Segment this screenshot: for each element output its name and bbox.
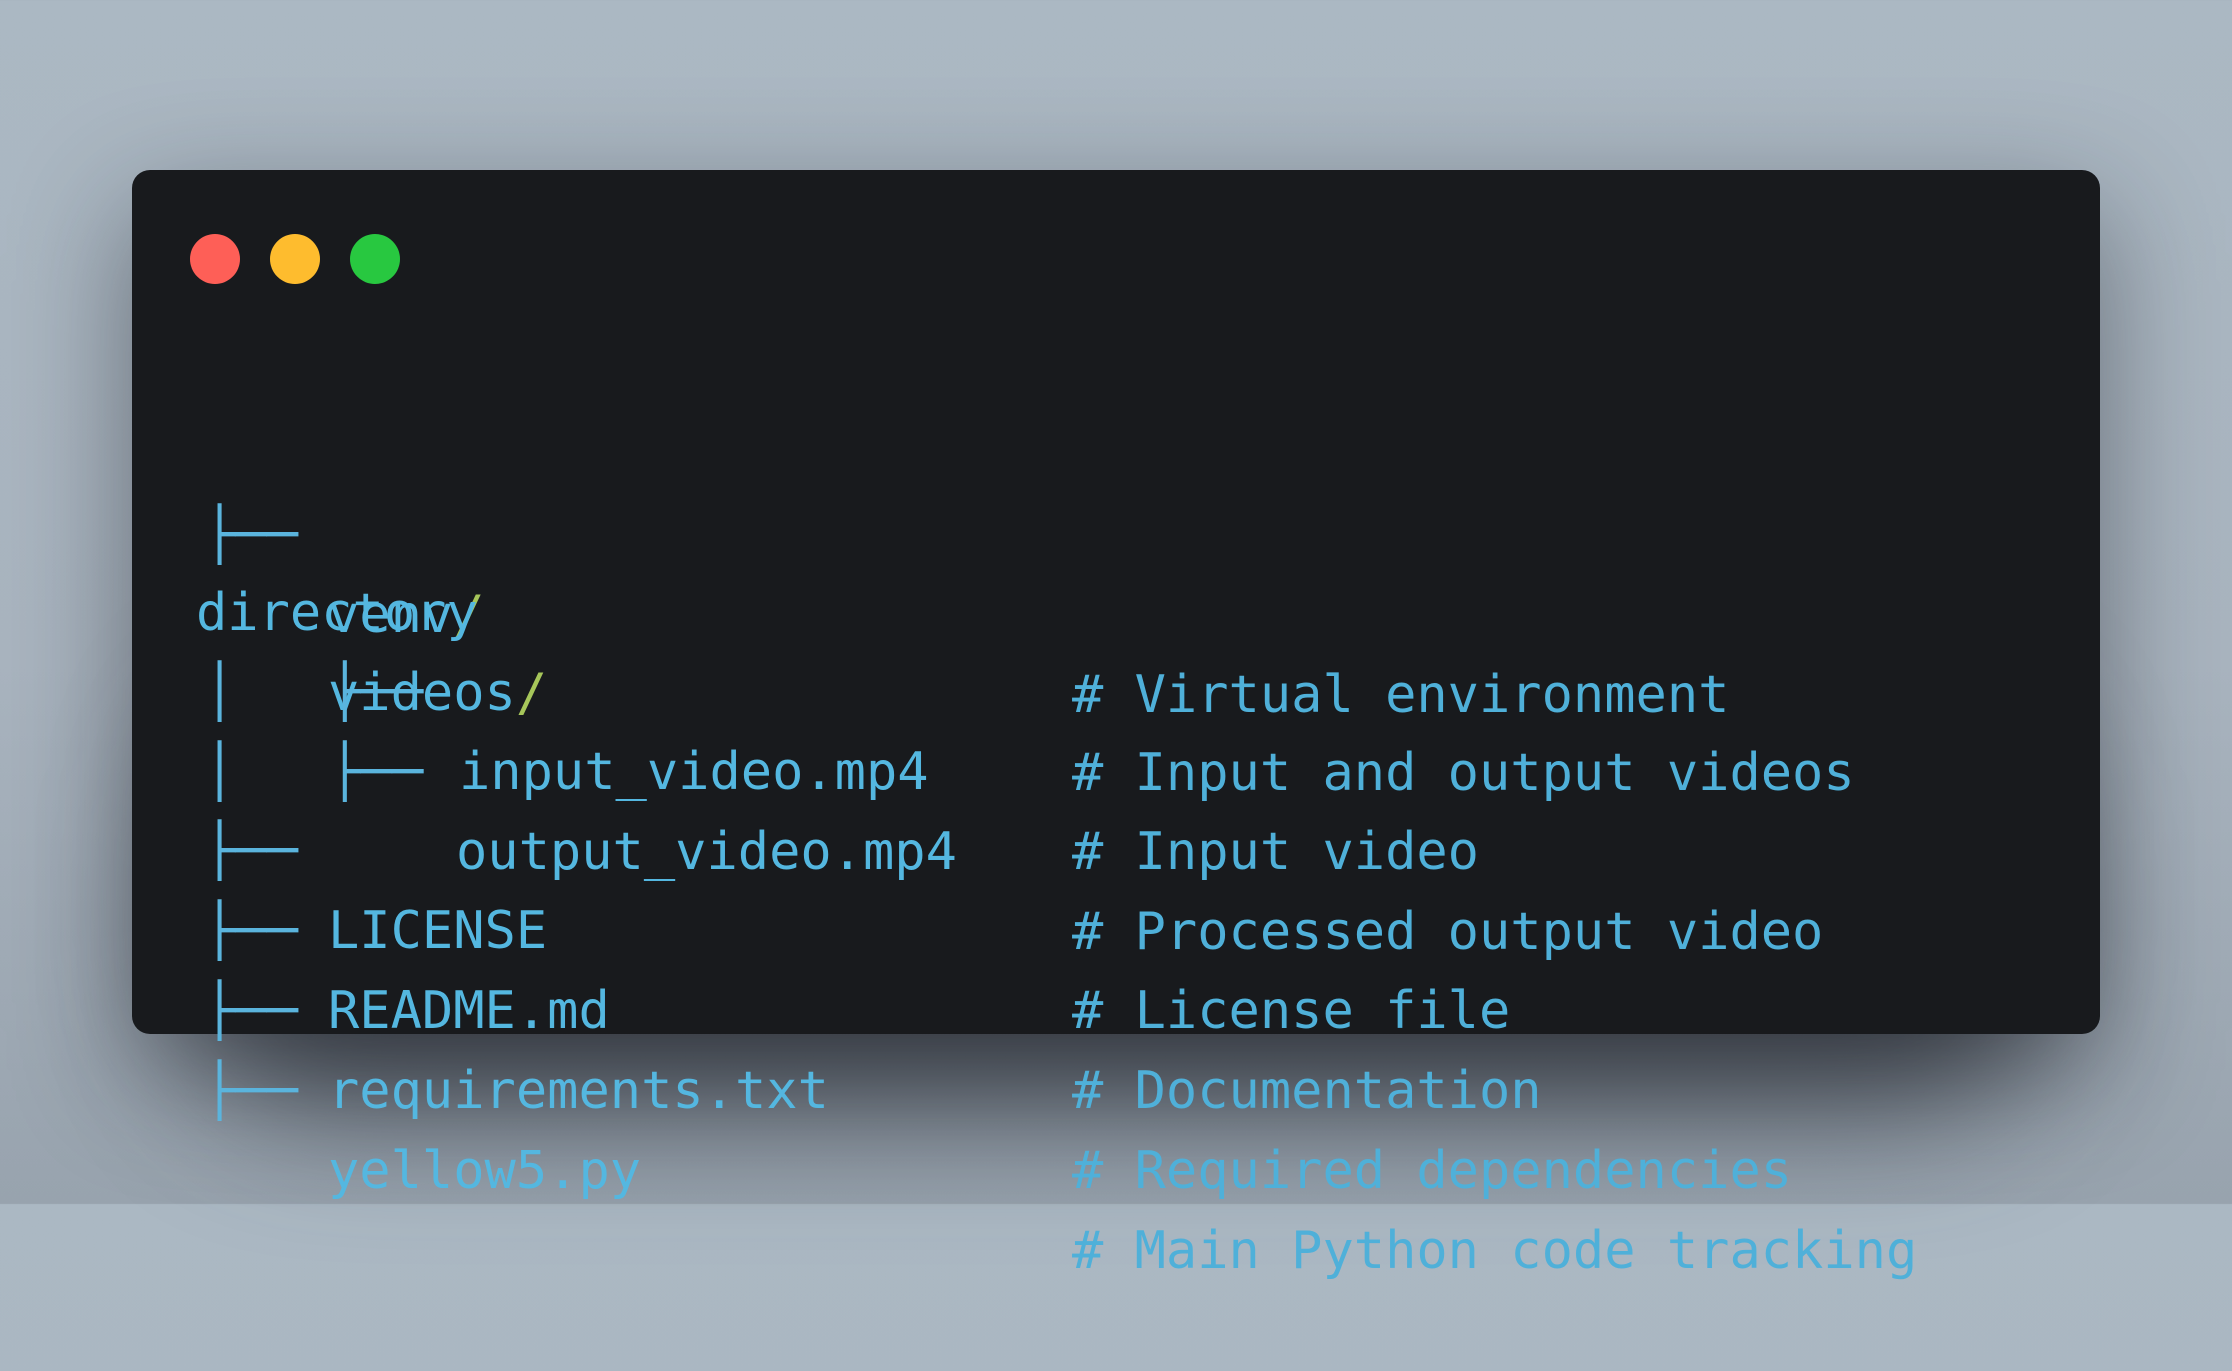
tree-comment: # Documentation bbox=[1072, 1061, 1542, 1121]
code-block: ├── venv/ # Virtual environment director… bbox=[132, 170, 2100, 1281]
tree-line: ├── LICENSE # License file bbox=[132, 731, 2100, 1041]
tree-line: ├── venv/ # Virtual environment bbox=[132, 415, 2100, 725]
tree-item-name: yellow5.py bbox=[328, 1141, 642, 1201]
tree-branch: ├── bbox=[204, 1061, 330, 1121]
tree-item-name: requirements.txt bbox=[328, 1061, 829, 1121]
tree-line: ├── yellow5.py # Main Python code tracki… bbox=[132, 971, 2100, 1281]
tree-line: ├── requirements.txt # Required dependen… bbox=[132, 891, 2100, 1201]
tree-line: ├── README.md # Documentation bbox=[132, 811, 2100, 1121]
tree-line: directory videos/ # Input and output vid… bbox=[132, 493, 2100, 803]
tree-line: │ ├── output_video.mp4 # Processed outpu… bbox=[132, 652, 2100, 962]
tree-comment: # Main Python code tracking bbox=[1072, 1221, 1918, 1281]
tree-line: │ ├── input_video.mp4 # Input video bbox=[132, 572, 2100, 882]
code-window: ├── venv/ # Virtual environment director… bbox=[132, 170, 2100, 1281]
tree-comment: # Required dependencies bbox=[1072, 1141, 1793, 1201]
